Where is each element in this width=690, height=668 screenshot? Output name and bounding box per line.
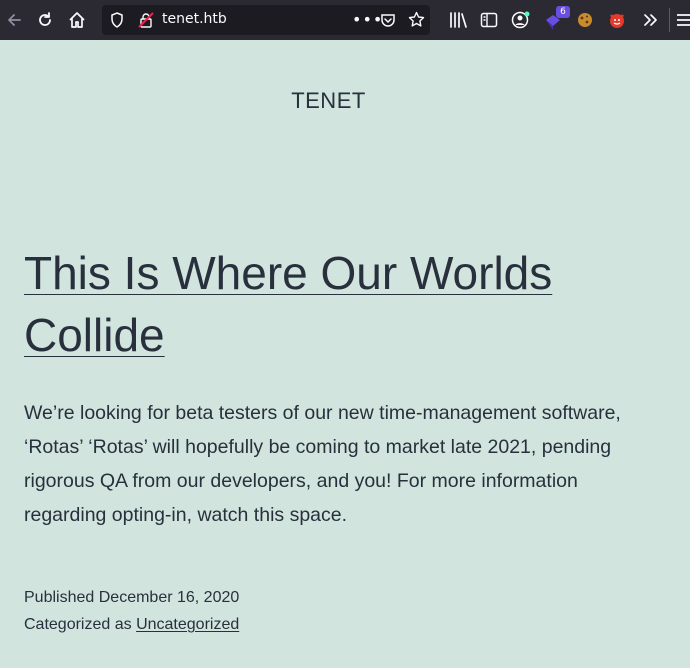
back-arrow-icon xyxy=(8,14,21,26)
url-text[interactable]: tenet.htb xyxy=(162,11,227,27)
reload-button[interactable] xyxy=(33,8,57,32)
sidebar-button[interactable] xyxy=(477,8,501,32)
menu-icon xyxy=(677,14,690,26)
cookie-icon xyxy=(578,13,592,27)
library-button[interactable] xyxy=(446,8,470,32)
published-label: Published xyxy=(24,589,95,606)
category-line: Categorized as Uncategorized xyxy=(24,611,624,638)
foxy-button[interactable] xyxy=(605,8,629,32)
post-body: We’re looking for beta testers of our ne… xyxy=(24,402,621,526)
url-bar[interactable]: tenet.htb ••• xyxy=(102,5,430,35)
published-date-link[interactable]: December 16, 2020 xyxy=(99,589,240,606)
account-icon xyxy=(511,11,530,29)
site-title[interactable]: TENET xyxy=(0,88,657,114)
fox-icon xyxy=(610,14,624,28)
post-meta: Published December 16, 2020 Categorized … xyxy=(24,584,624,638)
reader-sidebar-icon xyxy=(480,12,498,28)
shield-icon[interactable] xyxy=(110,12,124,32)
home-icon xyxy=(69,12,85,28)
star-icon[interactable] xyxy=(408,11,425,32)
cookie-button[interactable] xyxy=(573,8,597,32)
overflow-button[interactable] xyxy=(638,8,662,32)
category-link[interactable]: Uncategorized xyxy=(136,616,239,633)
extension-badge: 6 xyxy=(556,6,570,18)
back-button[interactable] xyxy=(2,8,26,32)
published-line: Published December 16, 2020 xyxy=(24,584,624,611)
post-title-link[interactable]: This Is Where Our Worlds Collide xyxy=(24,247,552,361)
reload-icon xyxy=(39,12,51,26)
account-button[interactable] xyxy=(509,8,533,32)
home-button[interactable] xyxy=(65,8,89,32)
menu-button[interactable] xyxy=(674,8,690,32)
post-title: This Is Where Our Worlds Collide xyxy=(24,242,644,366)
toolbar-separator xyxy=(669,8,670,32)
browser-toolbar: tenet.htb ••• 6 xyxy=(0,0,690,40)
library-icon xyxy=(450,12,467,28)
overflow-chevron-icon xyxy=(644,14,657,26)
more-dots-icon[interactable]: ••• xyxy=(352,10,383,29)
categorized-label: Categorized as xyxy=(24,616,132,633)
pocket-icon[interactable] xyxy=(380,12,396,32)
insecure-lock-icon[interactable] xyxy=(138,12,154,32)
